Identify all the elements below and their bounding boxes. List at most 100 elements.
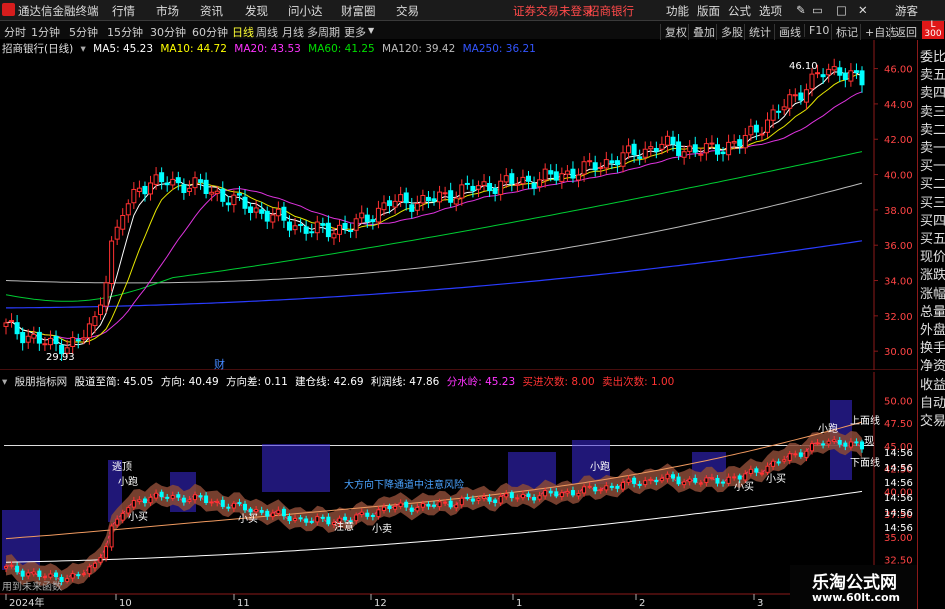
ind-candle-body [737,475,742,480]
more-dropdown-icon[interactable]: ▼ [368,26,374,35]
statistics-button[interactable]: 统计 [744,24,771,40]
menu-item-formula[interactable]: 公式 [728,3,751,19]
sidebar-item-13[interactable]: 涨幅 [920,283,945,302]
sidebar-item-11[interactable]: 现价 [920,246,945,265]
f10-button[interactable]: F10 [804,24,829,37]
sidebar-item-15[interactable]: 外盘 [920,319,945,338]
period-tab-1min[interactable]: 1分钟 [31,24,60,40]
ind-candle-body [270,512,275,518]
l2-badge[interactable]: L 300 [922,21,944,39]
menu-item-functions[interactable]: 功能 [666,3,689,19]
ind-sell-count: 卖出次数: 1.00 [602,376,675,388]
indicator-annotation: 大方向下降通道中注意风险 [344,478,464,491]
window-icon[interactable]: □ [836,3,847,17]
xaxis-label: 1 [516,598,522,609]
ind-candle-body [587,485,592,488]
candle-body [514,183,520,186]
settings-icon[interactable]: ✎ [796,3,806,17]
ind-candle-body [187,499,192,503]
menu-item-wenxiaoda[interactable]: 问小达 [288,3,323,19]
ind-candle-body [754,468,759,473]
menu-item-news[interactable]: 资讯 [200,3,223,19]
sidebar-item-4[interactable]: 卖二 [920,119,945,138]
period-tab-30min[interactable]: 30分钟 [150,24,186,40]
candle-body [403,192,409,204]
candle-body [231,194,237,206]
sidebar-item-1[interactable]: 卖五 [920,64,945,83]
xaxis-label: 11 [237,598,250,609]
sidebar-item-16[interactable]: 换手 [920,337,945,356]
price-tick-label: 42.00 [884,135,913,146]
candle-body [614,160,620,166]
sidebar-item-14[interactable]: 总量 [920,301,945,320]
period-tab-monthly[interactable]: 月线 [282,24,304,40]
period-tab-multi[interactable]: 多周期 [307,24,340,40]
candle-body [109,240,115,284]
sidebar-item-9[interactable]: 买四 [920,210,945,229]
back-button[interactable]: 返回 [890,24,917,40]
menu-item-wealth-circle[interactable]: 财富圈 [341,3,376,19]
guest-login[interactable]: 游客 [895,3,918,19]
period-tab-daily[interactable]: 日线 [232,24,254,40]
menu-item-discover[interactable]: 发现 [245,3,268,19]
sidebar-item-8[interactable]: 买三 [920,192,945,211]
sidebar-item-7[interactable]: 买二 [920,173,945,192]
indicator-chevron-icon[interactable]: ▾ [2,376,7,388]
close-icon[interactable]: ✕ [858,3,868,17]
sidebar-item-20[interactable]: 交易 [920,410,945,429]
ma-legend: 招商银行(日线) ▾ MA5: 45.23 MA10: 44.72 MA20: … [2,41,540,55]
event-marker[interactable]: 财 [214,357,225,370]
xaxis-label: 2024年 [9,596,44,609]
menu-item-options[interactable]: 选项 [759,3,782,19]
candle-body [770,109,776,121]
ind-candle-body [682,481,687,486]
period-tab-5min[interactable]: 5分钟 [69,24,98,40]
candle-body [609,160,615,164]
mark-button[interactable]: 标记 [831,24,858,40]
sidebar-item-2[interactable]: 卖四 [920,82,945,101]
candle-body [42,343,48,346]
sidebar-item-19[interactable]: 自动 [920,392,945,411]
multi-stock-button[interactable]: 多股 [716,24,743,40]
ind-tick-label: 47.50 [884,419,913,430]
menu-item-market[interactable]: 市场 [156,3,179,19]
restore-rights-button[interactable]: 复权 [660,24,687,40]
menu-item-market-quotes[interactable]: 行情 [112,3,135,19]
period-tab-15min[interactable]: 15分钟 [107,24,143,40]
minimize-icon[interactable]: ▭ [812,3,823,17]
ind-tick-label: 50.00 [884,397,913,408]
ind-candle-body [159,491,164,498]
watermark: 乐淘公式网 www.60lt.com [790,565,917,609]
sidebar-item-17[interactable]: 净资 [920,355,945,374]
login-notice[interactable]: 证券交易未登录 [513,3,594,19]
legend-chevron-icon[interactable]: ▾ [81,43,86,55]
sidebar-item-12[interactable]: 涨跌 [920,264,945,283]
draw-line-button[interactable]: 画线 [774,24,801,40]
sidebar-item-6[interactable]: 买一 [920,155,945,174]
candle-body [420,194,426,204]
overlay-button[interactable]: 叠加 [688,24,715,40]
ma120-value: MA120: 39.42 [382,43,456,55]
indicator-chart[interactable]: 50.0047.5045.0042.5040.0037.5035.0032.50… [0,372,917,609]
candle-body [175,177,181,184]
ma60-value: MA60: 41.25 [308,43,375,55]
ind-candle-body [526,493,531,497]
sidebar-item-18[interactable]: 收益 [920,374,945,393]
price-chart[interactable]: 46.00 44.00 42.00 40.00 38.00 36.00 34.00 32.00… [0,40,917,370]
period-tab-60min[interactable]: 60分钟 [192,24,228,40]
sidebar-item-10[interactable]: 买五 [920,228,945,247]
menu-item-layout[interactable]: 版面 [697,3,720,19]
menu-item-trade[interactable]: 交易 [396,3,419,19]
time-label: 14:56 [884,493,913,504]
current-stock-link[interactable]: 招商银行 [588,3,634,19]
candle-body [542,168,548,181]
sidebar-item-0[interactable]: 委比 [920,46,945,65]
period-tab-more[interactable]: 更多 [344,24,366,40]
ind-watershed: 分水岭: 45.23 [446,376,516,388]
period-tab-timeshare[interactable]: 分时 [4,24,26,40]
ind-candle-body [343,516,348,521]
ind-candle-body [254,509,259,513]
sidebar-item-5[interactable]: 卖一 [920,137,945,156]
sidebar-item-3[interactable]: 卖三 [920,101,945,120]
period-tab-weekly[interactable]: 周线 [256,24,278,40]
